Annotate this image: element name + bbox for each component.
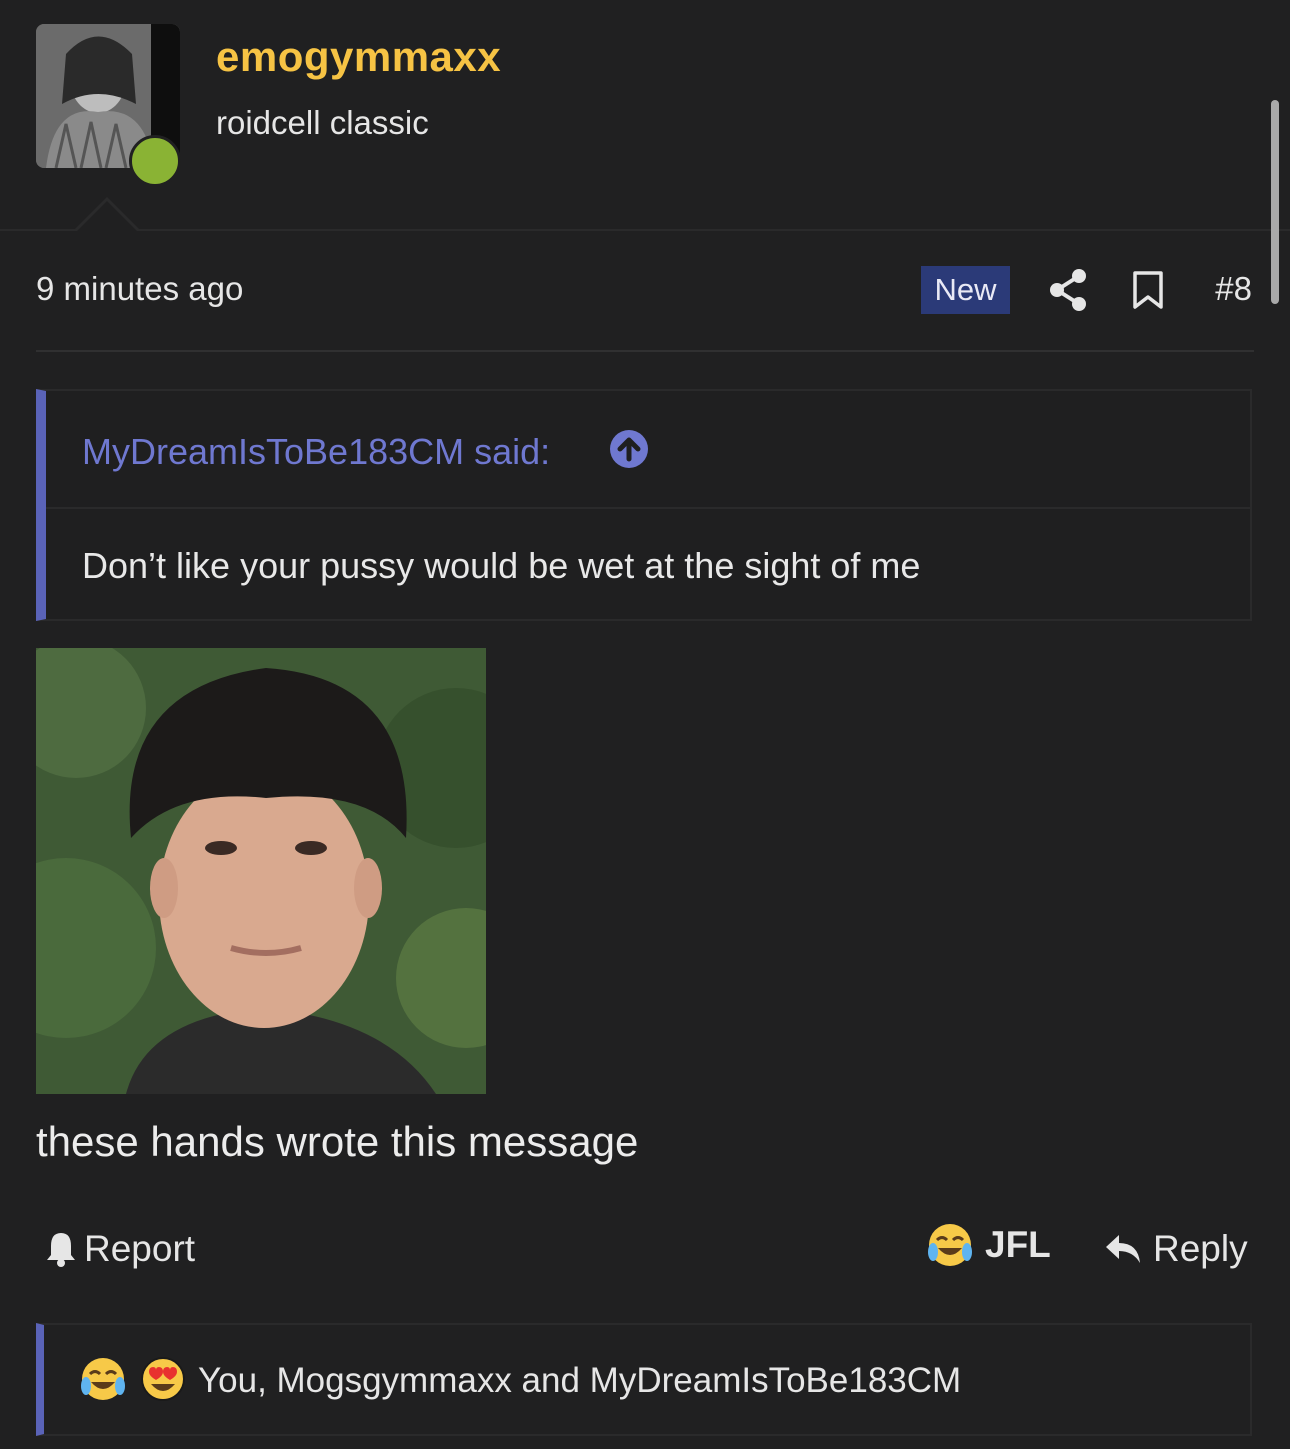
post-message: these hands wrote this message bbox=[36, 1118, 639, 1165]
divider bbox=[36, 350, 1254, 352]
new-badge: New bbox=[921, 266, 1010, 314]
quote-body: Don’t like your pussy would be wet at th… bbox=[82, 545, 921, 586]
quote-header: MyDreamIsToBe183CM said: bbox=[46, 391, 1250, 509]
bookmark-icon[interactable] bbox=[1131, 270, 1165, 310]
post-header: emogymmaxx roidcell classic bbox=[0, 0, 1290, 231]
bell-icon bbox=[47, 1233, 75, 1267]
reactions-summary[interactable]: You, Mogsgymmaxx and MyDreamIsToBe183CM bbox=[36, 1323, 1252, 1436]
post-number[interactable]: #8 bbox=[1215, 270, 1252, 308]
scrollbar[interactable] bbox=[1271, 100, 1279, 304]
heart-eyes-emoji-icon bbox=[141, 1357, 185, 1401]
header-pointer-fill bbox=[77, 201, 137, 231]
attached-photo[interactable] bbox=[36, 648, 486, 1094]
online-status-icon bbox=[129, 135, 181, 187]
joy-emoji-icon bbox=[81, 1358, 125, 1400]
reply-label: Reply bbox=[1153, 1228, 1248, 1269]
username[interactable]: emogymmaxx bbox=[216, 33, 501, 81]
post-meta: 9 minutes ago New #8 bbox=[36, 262, 1254, 318]
react-button[interactable]: JFL bbox=[927, 1222, 1051, 1268]
report-button[interactable]: Report bbox=[44, 1228, 195, 1270]
reactions-text: You, Mogsgymmaxx and MyDreamIsToBe183CM bbox=[198, 1361, 962, 1400]
jump-to-quote-icon[interactable] bbox=[609, 429, 649, 469]
report-label: Report bbox=[84, 1228, 196, 1269]
share-icon[interactable] bbox=[1048, 268, 1088, 312]
quote-author[interactable]: MyDreamIsToBe183CM said: bbox=[82, 431, 550, 473]
joy-emoji-icon bbox=[928, 1224, 972, 1266]
quote-block: MyDreamIsToBe183CM said: Don’t like your… bbox=[36, 389, 1252, 621]
user-title: roidcell classic bbox=[216, 104, 429, 141]
react-label: JFL bbox=[985, 1224, 1051, 1265]
post-time[interactable]: 9 minutes ago bbox=[36, 270, 243, 308]
reply-icon bbox=[1106, 1235, 1140, 1263]
reply-button[interactable]: Reply bbox=[1103, 1228, 1248, 1270]
